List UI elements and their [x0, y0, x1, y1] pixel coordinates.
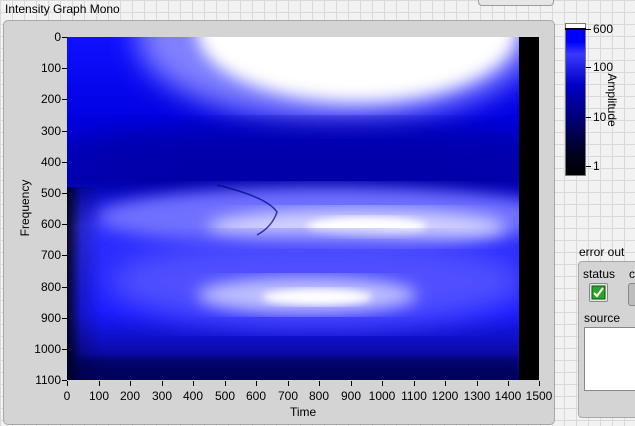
status-indicator[interactable]: [589, 283, 608, 302]
graph-title: Intensity Graph Mono: [5, 2, 120, 16]
y-tick-label: 200: [40, 92, 61, 106]
y-axis-title: Frequency: [18, 179, 32, 237]
code-field[interactable]: [628, 283, 635, 306]
y-tick-label: 1000: [34, 342, 61, 356]
ramp-marker[interactable]: [565, 28, 586, 30]
y-tick-label: 900: [40, 311, 61, 325]
intensity-plot[interactable]: [67, 37, 539, 380]
y-tick-label: 800: [40, 280, 61, 294]
y-tick-label: 300: [40, 124, 61, 138]
y-tick-label: 700: [40, 248, 61, 262]
source-label: source: [584, 311, 621, 325]
error-out-label: error out: [579, 245, 625, 259]
checkmark-icon: [591, 285, 606, 300]
color-ramp[interactable]: [565, 23, 586, 176]
ramp-label: 100: [593, 60, 614, 74]
ramp-label: 1: [593, 159, 600, 173]
x-tick-label: 1500: [525, 389, 553, 403]
y-tick-label: 0: [54, 30, 61, 44]
source-field[interactable]: [584, 327, 635, 391]
y-tick-label: 400: [40, 155, 61, 169]
y-tick-label: 1100: [35, 373, 61, 387]
intensity-image: [67, 37, 539, 380]
status-label: status: [583, 267, 616, 281]
y-tick-label: 100: [40, 61, 61, 75]
ramp-label: 600: [593, 22, 614, 36]
x-axis-title: Time: [290, 405, 317, 419]
top-button[interactable]: [478, 0, 554, 6]
code-label: c: [629, 267, 635, 281]
ramp-title: Amplitude: [605, 73, 619, 127]
